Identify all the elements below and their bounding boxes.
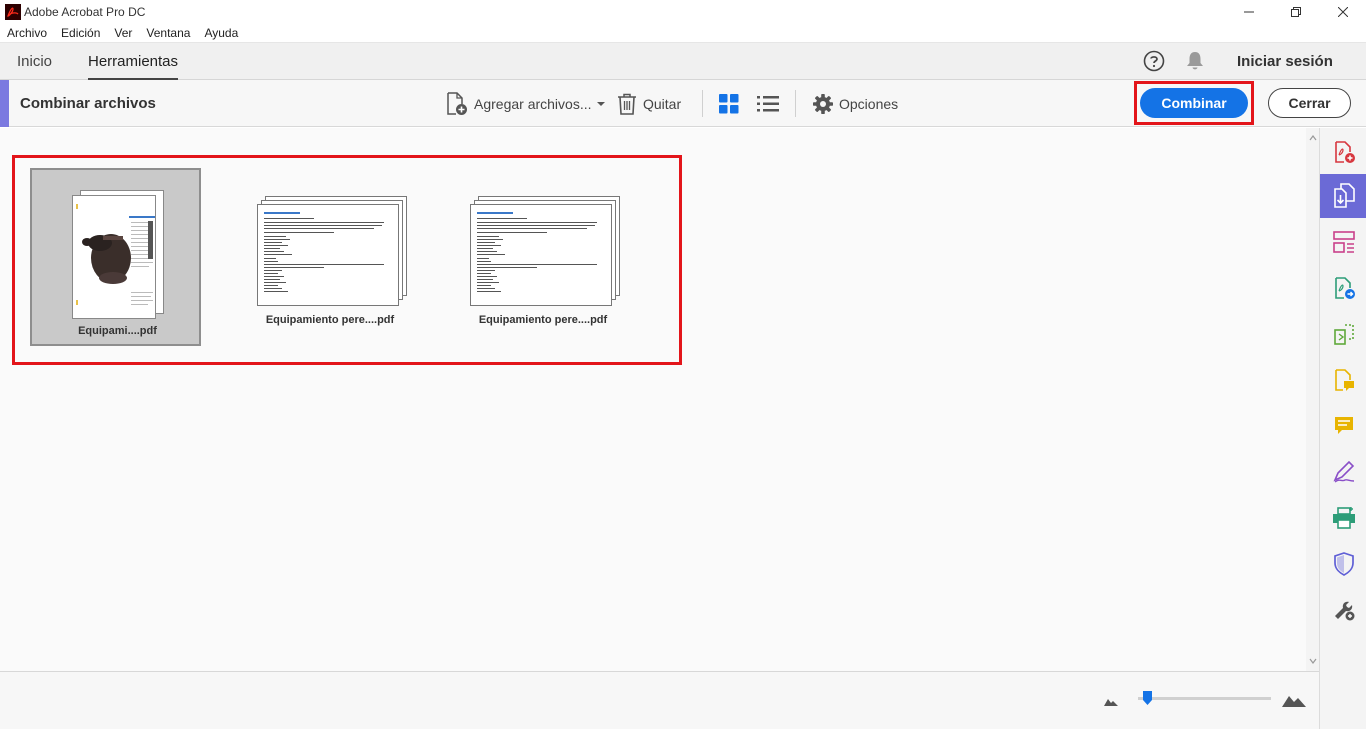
restore-icon [1290,6,1301,17]
comment-tool[interactable] [1320,404,1366,448]
minimize-icon [1243,11,1254,12]
trash-icon [618,93,636,115]
window-title: Adobe Acrobat Pro DC [24,4,146,19]
organize-pages-tool[interactable] [1320,220,1366,264]
zoom-slider-thumb[interactable] [1142,691,1152,705]
edit-pdf-tool[interactable] [1320,312,1366,356]
zoom-in-icon[interactable] [1282,691,1306,707]
tools-side-panel [1319,128,1366,729]
export-pdf-icon [1334,277,1355,299]
tab-inicio[interactable]: Inicio [17,43,52,80]
chevron-down-icon [596,101,605,106]
vertical-scrollbar[interactable] [1306,128,1319,671]
menu-ayuda[interactable]: Ayuda [204,26,238,40]
restore-button[interactable] [1272,0,1319,23]
add-files-label: Agregar archivos... [474,95,592,112]
create-pdf-tool[interactable] [1320,130,1366,174]
list-view-button[interactable] [757,80,785,127]
combine-files-tool[interactable] [1320,174,1366,218]
menu-ver[interactable]: Ver [114,26,132,40]
close-window-button[interactable] [1319,0,1366,23]
remove-button[interactable]: Quitar [617,80,681,127]
scroll-up-icon[interactable] [1309,134,1317,142]
create-pdf-icon [1334,141,1355,163]
list-view-icon [757,95,779,111]
options-button[interactable]: Opciones [813,80,898,127]
files-highlight-box [12,155,682,365]
more-tools-tool[interactable] [1320,588,1366,632]
organize-pages-icon [1332,231,1355,253]
fill-sign-icon [1332,460,1354,483]
zoom-slider-track[interactable] [1138,697,1271,700]
title-bar: Adobe Acrobat Pro DC [0,0,1366,23]
toolbar-divider [795,90,796,117]
tool-accent-bar [0,80,9,127]
comment-file-tool[interactable] [1320,358,1366,402]
shield-icon [1333,552,1354,576]
toolbar-divider [702,90,703,117]
export-pdf-tool[interactable] [1320,266,1366,310]
tab-bar: Inicio Herramientas Iniciar sesión [0,43,1366,80]
add-files-button[interactable]: Agregar archivos... [446,80,612,127]
remove-label: Quitar [643,95,682,112]
print-production-icon [1332,507,1355,529]
comment-file-icon [1334,369,1354,391]
minimize-button[interactable] [1225,0,1272,23]
combine-files-icon [1333,183,1355,208]
protect-tool[interactable] [1320,542,1366,586]
zoom-out-icon[interactable] [1104,696,1118,706]
close-button[interactable]: Cerrar [1268,88,1351,118]
acrobat-logo-icon [5,3,21,20]
bottom-bar [0,671,1319,729]
options-label: Opciones [839,95,899,112]
print-production-tool[interactable] [1320,496,1366,540]
menu-archivo[interactable]: Archivo [7,26,47,40]
gear-icon [813,93,833,114]
wrench-plus-icon [1334,601,1354,621]
grid-view-icon [719,93,739,113]
bell-icon[interactable] [1186,51,1204,71]
tool-title: Combinar archivos [20,95,156,112]
comment-icon [1334,417,1353,434]
menu-ventana[interactable]: Ventana [146,26,190,40]
scroll-down-icon[interactable] [1309,657,1317,665]
help-icon[interactable] [1143,50,1165,72]
fill-sign-tool[interactable] [1320,450,1366,494]
signin-link[interactable]: Iniciar sesión [1237,43,1333,80]
tab-herramientas[interactable]: Herramientas [88,43,179,80]
menu-bar: Archivo Edición Ver Ventana Ayuda [0,23,1366,43]
thumbnail-view-button[interactable] [719,80,745,127]
add-file-icon [447,91,467,115]
menu-edicion[interactable]: Edición [61,26,100,40]
combine-highlight-box [1134,81,1254,125]
edit-pdf-icon [1333,324,1354,345]
close-icon [1337,6,1348,17]
